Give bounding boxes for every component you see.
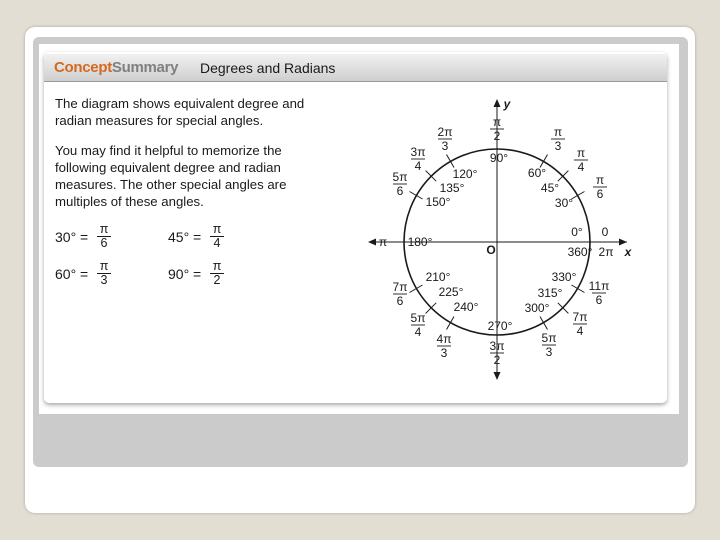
degree-label-60: 60°: [528, 166, 546, 180]
y-axis-label: y: [503, 97, 512, 111]
degree-label-45: 45°: [541, 181, 559, 195]
radian-label-2pi-over-3-numerator: 2π: [438, 125, 453, 139]
x-axis-label: x: [624, 245, 633, 259]
degree-label-135: 135°: [440, 181, 465, 195]
radian-label-pi-over-2-numerator: π: [493, 115, 501, 129]
y-axis-bottom-arrow: [493, 372, 501, 380]
radian-label-7pi-over-4-numerator: 7π: [573, 310, 588, 324]
radian-label-pi-over-3-numerator: π: [554, 125, 562, 139]
radian-label-2pi-over-3-denominator: 3: [442, 139, 449, 153]
radian-label-4pi-over-3-numerator: 4π: [437, 332, 452, 346]
degree-label-150: 150°: [426, 195, 451, 209]
radian-label-pi-over-2-denominator: 2: [494, 129, 501, 143]
degree-label-360: 360°: [568, 245, 593, 259]
degree-label-90: 90°: [490, 151, 508, 165]
unit-circle-diagram: yxOπ0°30°45°60°90°120°135°150°180°210°22…: [368, 97, 633, 380]
degree-label-120: 120°: [453, 167, 478, 181]
radian-label-7pi-over-6-denominator: 6: [397, 294, 404, 308]
degree-label-330: 330°: [552, 270, 577, 284]
origin-label: O: [486, 243, 495, 257]
radian-label-pi-over-6-numerator: π: [596, 173, 604, 187]
radian-label-3pi-over-2-numerator: 3π: [490, 339, 505, 353]
degree-label-0: 0°: [571, 225, 583, 239]
degree-label-30: 30°: [555, 196, 573, 210]
radian-label-7pi-over-4-denominator: 4: [577, 324, 584, 338]
degree-label-315: 315°: [538, 286, 563, 300]
radian-label-11pi-over-6-denominator: 6: [596, 293, 603, 307]
degree-label-270: 270°: [488, 319, 513, 333]
radian-label-3pi-over-2-denominator: 2: [494, 353, 501, 367]
radian-label-5pi-over-6-denominator: 6: [397, 184, 404, 198]
degree-label-240: 240°: [454, 300, 479, 314]
radian-label-5pi-over-4-numerator: 5π: [411, 311, 426, 325]
x-axis-left-arrow: [368, 238, 376, 246]
radian-label-5pi-over-6-numerator: 5π: [393, 170, 408, 184]
degree-label-300: 300°: [525, 301, 550, 315]
radian-label-pi-over-3-denominator: 3: [555, 139, 562, 153]
radian-label-pi-over-4-numerator: π: [577, 146, 585, 160]
degree-label-180: 180°: [408, 235, 433, 249]
radian-label-pi-over-4-denominator: 4: [578, 160, 585, 174]
radian-label-7pi-over-6-numerator: 7π: [393, 280, 408, 294]
y-axis-top-arrow: [493, 99, 501, 107]
radian-label-11pi-over-6-numerator: 11π: [589, 279, 610, 293]
degree-label-210: 210°: [426, 270, 451, 284]
radian-label-5pi-over-3-denominator: 3: [546, 345, 553, 359]
radian-label-5pi-over-4-denominator: 4: [415, 325, 422, 339]
radian-label-3pi-over-4-denominator: 4: [415, 159, 422, 173]
radian-label-0: 0: [602, 225, 609, 239]
pi-label-left: π: [379, 235, 387, 249]
radian-label-pi-over-6-denominator: 6: [597, 187, 604, 201]
radian-label-3pi-over-4-numerator: 3π: [411, 145, 426, 159]
radian-label-5pi-over-3-numerator: 5π: [542, 331, 557, 345]
radian-label-4pi-over-3-denominator: 3: [441, 346, 448, 360]
radian-label-2pi: 2π: [599, 245, 614, 259]
degree-label-225: 225°: [439, 285, 464, 299]
